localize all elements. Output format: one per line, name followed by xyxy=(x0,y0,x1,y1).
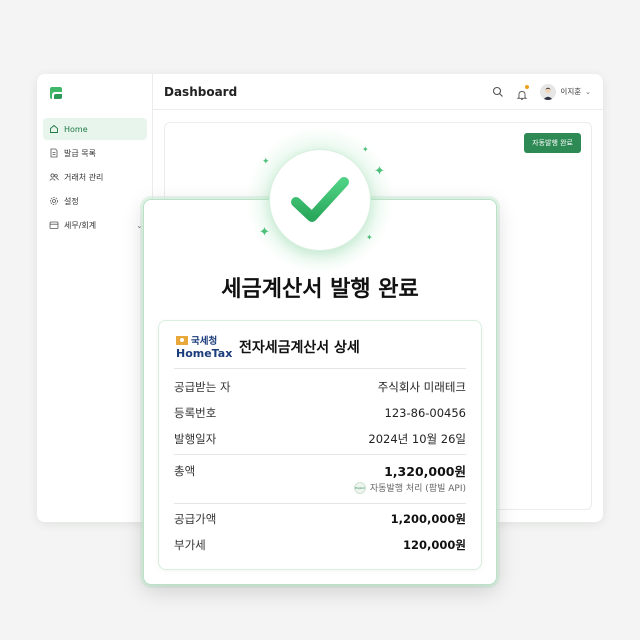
row-label: 공급받는 자 xyxy=(174,380,231,394)
invoice-detail-card: 국세청 HomeTax 전자세금계산서 상세 공급받는 자 주식회사 미래테크 … xyxy=(158,320,482,570)
row-value: 주식회사 미래테크 xyxy=(377,380,466,394)
row-value: 2024년 10월 26일 xyxy=(368,432,466,446)
sidebar-item-home[interactable]: Home xyxy=(43,118,147,140)
notification-badge xyxy=(525,84,530,89)
nts-emblem-icon xyxy=(176,335,188,345)
detail-row-recipient: 공급받는 자 주식회사 미래테크 xyxy=(174,379,466,395)
total-value: 1,320,000원 xyxy=(384,464,466,479)
row-label: 등록번호 xyxy=(174,406,217,420)
row-value: 1,200,000원 xyxy=(390,512,466,526)
hometax-logo: 국세청 HomeTax xyxy=(176,333,232,360)
sparkle-icon: ✦ xyxy=(362,145,369,154)
modal-title: 세금계산서 발행 완료 xyxy=(221,277,419,302)
chevron-down-icon: ⌄ xyxy=(136,220,143,230)
hometax-logo-en: HomeTax xyxy=(176,347,233,360)
home-icon xyxy=(50,124,58,133)
popbill-note-text: 자동발행 처리 (팝빌 API) xyxy=(369,484,466,494)
detail-row-registration-number: 등록번호 123-86-00456 xyxy=(174,405,466,421)
auto-issue-complete-button[interactable]: 자동발행 완료 xyxy=(524,133,581,153)
sidebar: Home 발급 목록 거래처 관리 설정 세무/회계 ⌄ xyxy=(37,74,153,522)
users-icon xyxy=(49,173,59,181)
row-label: 발행일자 xyxy=(174,432,217,446)
document-icon xyxy=(50,148,58,158)
topbar: Dashboard 이지훈 ⌄ xyxy=(153,74,603,110)
checkmark-icon xyxy=(291,177,349,222)
detail-row-total: 총액 1,320,000원 xyxy=(174,461,466,480)
popbill-note: Popbill 자동발행 처리 (팝빌 API) xyxy=(353,481,466,494)
sidebar-item-label: 발급 목록 xyxy=(64,148,96,158)
row-value: 123-86-00456 xyxy=(384,406,466,420)
row-value: 120,000원 xyxy=(403,538,466,552)
user-name[interactable]: 이지훈 xyxy=(560,86,581,97)
divider xyxy=(174,368,466,369)
detail-row-issue-date: 발행일자 2024년 10월 26일 xyxy=(174,431,466,447)
row-label: 공급가액 xyxy=(174,512,217,526)
detail-heading: 전자세금계산서 상세 xyxy=(239,340,360,356)
chevron-down-icon[interactable]: ⌄ xyxy=(585,88,591,96)
sparkle-icon: ✦ xyxy=(374,164,385,179)
search-icon[interactable] xyxy=(492,86,504,98)
sparkle-icon: ✦ xyxy=(366,233,373,242)
success-badge xyxy=(270,150,370,250)
sidebar-item-settings[interactable]: 설정 xyxy=(43,190,147,212)
gear-icon xyxy=(50,197,58,205)
row-label: 부가세 xyxy=(174,538,206,552)
topbar-tools: 이지훈 ⌄ xyxy=(480,83,591,100)
sidebar-item-label: 설정 xyxy=(64,196,79,206)
popbill-logo-icon: Popbill xyxy=(353,481,366,494)
divider xyxy=(174,454,466,455)
sidebar-item-label: 세무/회계 xyxy=(64,220,97,230)
total-label: 총액 xyxy=(174,463,196,478)
sparkle-icon: ✦ xyxy=(262,157,270,167)
sidebar-nav: Home 발급 목록 거래처 관리 설정 세무/회계 ⌄ xyxy=(43,118,147,238)
page-title: Dashboard xyxy=(164,84,238,99)
ledger-icon xyxy=(49,221,59,229)
sidebar-item-issue-list[interactable]: 발급 목록 xyxy=(43,142,147,164)
notification-bell-icon[interactable] xyxy=(516,84,530,100)
avatar[interactable] xyxy=(540,83,557,100)
sidebar-item-label: 거래처 관리 xyxy=(64,172,104,182)
sparkle-icon: ✦ xyxy=(259,225,270,240)
app-logo-icon[interactable] xyxy=(47,84,65,102)
sidebar-item-clients[interactable]: 거래처 관리 xyxy=(43,166,147,188)
divider xyxy=(174,503,466,504)
hometax-logo-kr: 국세청 xyxy=(191,336,218,347)
detail-row-supply-amount: 공급가액 1,200,000원 xyxy=(174,511,466,527)
sidebar-item-label: Home xyxy=(64,124,88,134)
detail-row-vat: 부가세 120,000원 xyxy=(174,537,466,553)
sidebar-item-tax-accounting[interactable]: 세무/회계 ⌄ xyxy=(43,214,147,236)
